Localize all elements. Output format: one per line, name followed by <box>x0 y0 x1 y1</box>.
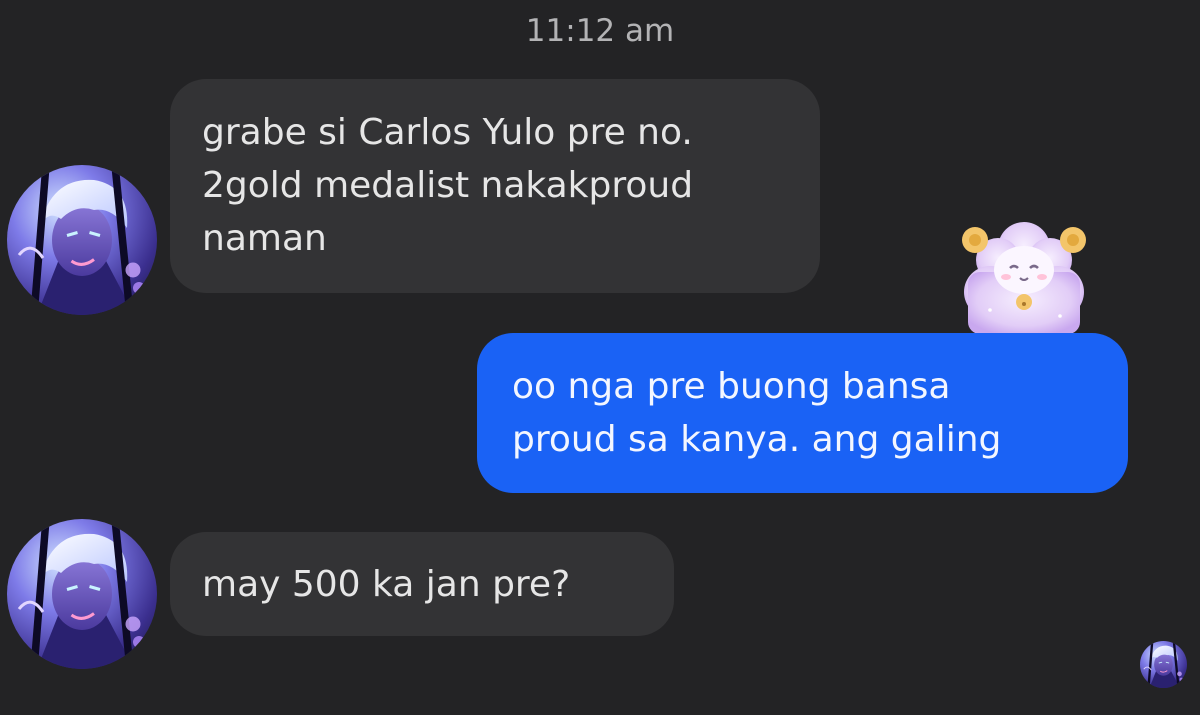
sheep-sticker-reaction[interactable] <box>950 212 1098 334</box>
message-text-line: 2gold medalist nakakproud <box>202 165 694 206</box>
sender-avatar[interactable] <box>7 165 157 315</box>
chat-timestamp: 11:12 am <box>525 13 675 49</box>
incoming-message-bubble[interactable]: grabe si Carlos Yulo pre no. 2gold medal… <box>170 79 820 293</box>
message-text-line: naman <box>202 218 327 259</box>
message-text-line: proud sa kanya. ang galing <box>512 419 1002 460</box>
incoming-message-bubble[interactable]: may 500 ka jan pre? <box>170 532 674 636</box>
seen-avatar-icon <box>1140 641 1187 688</box>
outgoing-message-bubble[interactable]: oo nga pre buong bansa proud sa kanya. a… <box>477 333 1128 493</box>
sender-avatar[interactable] <box>7 519 157 669</box>
message-text-line: grabe si Carlos Yulo pre no. <box>202 112 693 153</box>
message-text-line: oo nga pre buong bansa <box>512 366 951 407</box>
message-text-line: may 500 ka jan pre? <box>202 564 571 605</box>
